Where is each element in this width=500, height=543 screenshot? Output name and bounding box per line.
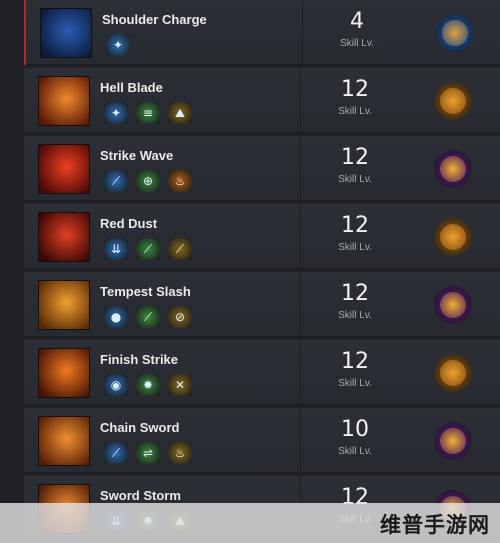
watermark: 维普手游网: [0, 503, 500, 543]
skill-level-label: Skill Lv.: [340, 38, 374, 49]
skill-level-label: Skill Lv.: [338, 310, 372, 321]
skill-level: 4: [350, 9, 364, 34]
skill-row[interactable]: Shoulder Charge ✦ 4 Skill Lv.: [24, 0, 500, 66]
skill-row[interactable]: Chain Sword ⟋ ⇌ ♨ 10 Skill Lv.: [24, 408, 500, 474]
rune-glyph-icon: [440, 428, 466, 454]
skill-row[interactable]: Hell Blade ✦ ≡ ⛰ 12 Skill Lv.: [24, 68, 500, 134]
effect-icon[interactable]: ⊘: [168, 306, 192, 328]
effect-icon[interactable]: ⟋: [136, 306, 160, 328]
skill-name: Strike Wave: [100, 148, 174, 163]
column-divider: [300, 340, 301, 404]
skill-level: 12: [341, 77, 369, 102]
skill-effects: ⇊ ⟋ ⟋: [104, 238, 192, 260]
finish-strike-icon: [38, 348, 90, 398]
rune-icon[interactable]: [434, 150, 472, 188]
column-divider: [302, 0, 303, 64]
skill-row[interactable]: Strike Wave ⟋ ⊕ ♨ 12 Skill Lv.: [24, 136, 500, 202]
effect-icon[interactable]: ✕: [168, 374, 192, 396]
skill-level-label: Skill Lv.: [338, 242, 372, 253]
skill-name: Red Dust: [100, 216, 158, 231]
skill-name: Shoulder Charge: [102, 12, 207, 27]
effect-icon[interactable]: ♨: [168, 442, 192, 464]
effect-icon[interactable]: ●: [104, 306, 128, 328]
skill-row[interactable]: Tempest Slash ● ⟋ ⊘ 12 Skill Lv.: [24, 272, 500, 338]
red-dust-icon: [38, 212, 90, 262]
skill-row[interactable]: Red Dust ⇊ ⟋ ⟋ 12 Skill Lv.: [24, 204, 500, 270]
skill-effects: ⟋ ⇌ ♨: [104, 442, 192, 464]
effect-icon[interactable]: ⟋: [136, 238, 160, 260]
skill-list: Shoulder Charge ✦ 4 Skill Lv. Hell Blade ✦ ≡ ⛰ 1…: [24, 0, 500, 543]
skill-level-label: Skill Lv.: [338, 106, 372, 117]
column-divider: [300, 204, 301, 268]
effect-icon[interactable]: ♨: [168, 170, 192, 192]
effect-icon[interactable]: ⟋: [168, 238, 192, 260]
rune-icon[interactable]: [434, 218, 472, 256]
effect-icon[interactable]: ⇊: [104, 238, 128, 260]
rune-icon[interactable]: [436, 14, 474, 52]
tempest-slash-icon: [38, 280, 90, 330]
rune-glyph-icon: [442, 20, 468, 46]
skill-level: 12: [341, 213, 369, 238]
effect-icon[interactable]: ◉: [104, 374, 128, 396]
hell-blade-icon: [38, 76, 90, 126]
effect-icon[interactable]: ⟋: [104, 170, 128, 192]
skill-level-label: Skill Lv.: [338, 378, 372, 389]
skill-level-label: Skill Lv.: [338, 446, 372, 457]
rune-glyph-icon: [440, 156, 466, 182]
effect-icon[interactable]: ⊕: [136, 170, 160, 192]
skill-name: Chain Sword: [100, 420, 180, 435]
skill-name: Finish Strike: [100, 352, 179, 367]
skill-level: 12: [341, 349, 369, 374]
rune-glyph-icon: [440, 224, 466, 250]
skill-level: 12: [341, 145, 369, 170]
rune-icon[interactable]: [434, 354, 472, 392]
watermark-text: 维普手游网: [380, 513, 490, 537]
skill-effects: ⟋ ⊕ ♨: [104, 170, 192, 192]
chain-sword-icon: [38, 416, 90, 466]
rune-icon[interactable]: [434, 286, 472, 324]
skill-effects: ✦: [106, 34, 130, 56]
effect-icon[interactable]: ✹: [136, 374, 160, 396]
rune-icon[interactable]: [434, 82, 472, 120]
column-divider: [300, 136, 301, 200]
skill-name: Hell Blade: [100, 80, 163, 95]
effect-icon[interactable]: ⇌: [136, 442, 160, 464]
rune-icon[interactable]: [434, 422, 472, 460]
column-divider: [300, 408, 301, 472]
skill-row[interactable]: Finish Strike ◉ ✹ ✕ 12 Skill Lv.: [24, 340, 500, 406]
column-divider: [300, 68, 301, 132]
skill-effects: ◉ ✹ ✕: [104, 374, 192, 396]
effect-icon[interactable]: ≡: [136, 102, 160, 124]
shoulder-charge-icon: [40, 8, 92, 58]
column-divider: [300, 272, 301, 336]
skill-name: Sword Storm: [100, 488, 181, 503]
effect-icon[interactable]: ✦: [106, 34, 130, 56]
effect-icon[interactable]: ⟋: [104, 442, 128, 464]
skill-effects: ✦ ≡ ⛰: [104, 102, 192, 124]
rune-glyph-icon: [440, 88, 466, 114]
skill-effects: ● ⟋ ⊘: [104, 306, 192, 328]
strike-wave-icon: [38, 144, 90, 194]
skill-name: Tempest Slash: [100, 284, 191, 299]
rune-glyph-icon: [440, 360, 466, 386]
skill-level-label: Skill Lv.: [338, 174, 372, 185]
effect-icon[interactable]: ✦: [104, 102, 128, 124]
rune-glyph-icon: [440, 292, 466, 318]
effect-icon[interactable]: ⛰: [168, 102, 192, 124]
skill-level: 12: [341, 281, 369, 306]
skill-level: 10: [341, 417, 369, 442]
